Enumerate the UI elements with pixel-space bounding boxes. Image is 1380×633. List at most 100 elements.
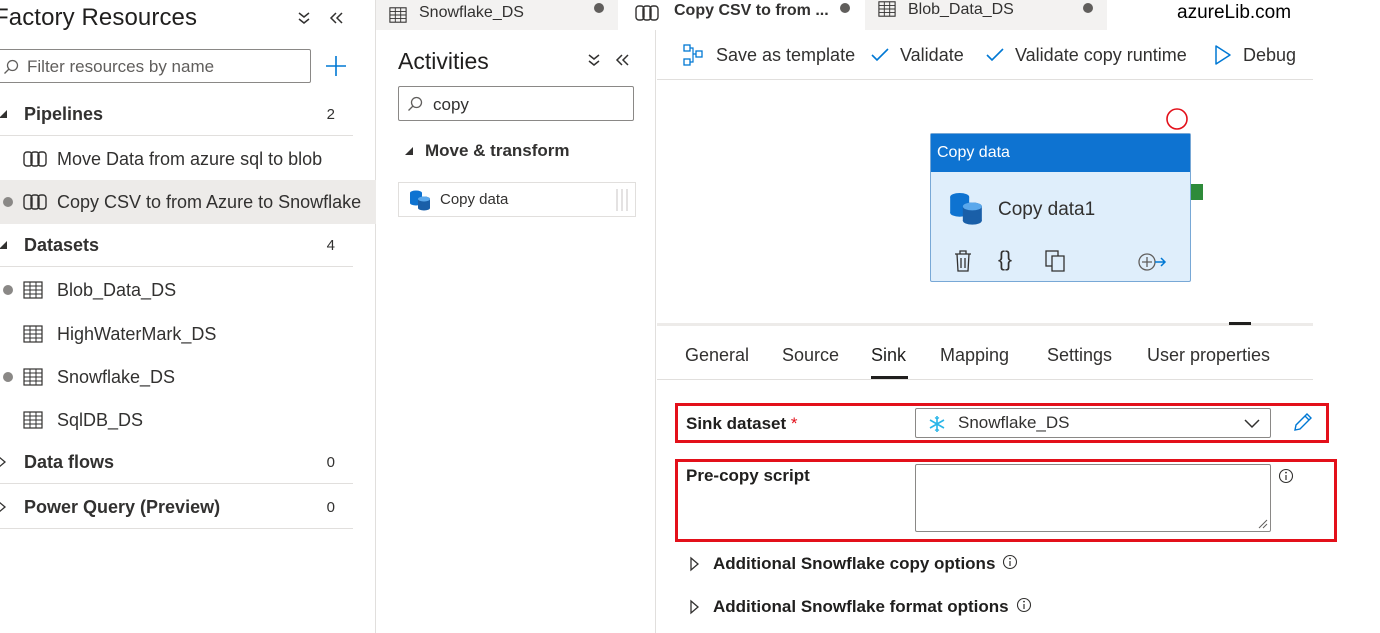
expanded-triangle-icon	[404, 146, 414, 156]
delete-icon[interactable]	[953, 249, 973, 273]
unsaved-dot	[3, 285, 13, 295]
activity-label: Copy data	[440, 191, 509, 208]
copy-data-icon	[410, 190, 430, 211]
checkmark-icon	[986, 48, 1004, 62]
sink-dataset-value: Snowflake_DS	[958, 413, 1070, 432]
tab-settings[interactable]: Settings	[1047, 345, 1112, 366]
edit-pencil-icon[interactable]	[1291, 410, 1315, 434]
pre-copy-script-label: Pre-copy script	[686, 466, 810, 485]
pipeline-icon	[23, 194, 47, 210]
success-output-handle[interactable]	[1191, 184, 1203, 200]
unsaved-dot	[3, 197, 13, 207]
info-icon[interactable]	[1278, 468, 1294, 484]
unsaved-dot	[594, 3, 604, 13]
unsaved-dot	[3, 372, 13, 382]
expanded-triangle-icon	[0, 110, 7, 118]
pipeline-icon	[635, 5, 659, 21]
pipeline-item[interactable]: Move Data from azure sql to blob	[0, 137, 353, 181]
pipeline-label: Copy CSV to from Azure to Snowflake	[57, 191, 362, 212]
tab-blob-data-ds[interactable]: Blob_Data_DS	[865, 0, 1107, 30]
activity-copy-data[interactable]: Copy data	[398, 182, 636, 217]
additional-copy-options-expander[interactable]: Additional Snowflake copy options	[688, 554, 1018, 574]
sink-dataset-select[interactable]: Snowflake_DS	[915, 408, 1271, 438]
table-icon	[23, 325, 43, 343]
drag-handle-icon[interactable]	[614, 189, 630, 211]
pipeline-icon	[23, 151, 47, 167]
category-count: 4	[326, 236, 335, 254]
tab-label: Blob_Data_DS	[908, 1, 1014, 18]
category-label: Power Query (Preview)	[24, 496, 221, 517]
tab-copy-csv[interactable]: Copy CSV to from ...	[620, 0, 863, 30]
dataset-label: Snowflake_DS	[57, 366, 176, 387]
tab-sink[interactable]: Sink	[871, 345, 906, 366]
info-icon[interactable]	[1016, 597, 1032, 613]
pipeline-item-selected[interactable]: Copy CSV to from Azure to Snowflake	[0, 180, 376, 224]
resize-handle-icon[interactable]	[1258, 519, 1268, 529]
dataset-item[interactable]: Snowflake_DS	[0, 355, 353, 399]
play-icon	[1215, 45, 1231, 65]
validate-copy-label: Validate copy runtime	[1015, 44, 1187, 65]
pipeline-label: Move Data from azure sql to blob	[57, 148, 323, 169]
node-name: Copy data1	[998, 199, 1096, 220]
category-pipelines[interactable]: Pipelines 2	[0, 92, 353, 136]
hide-panel-icon[interactable]	[326, 8, 346, 28]
snowflake-icon	[929, 416, 945, 432]
caret-right-icon	[690, 556, 699, 572]
category-data-flows[interactable]: Data flows 0	[0, 440, 353, 484]
pre-copy-script-textarea[interactable]	[915, 464, 1271, 532]
panel-title: Factory Resources	[0, 4, 198, 31]
tab-mapping[interactable]: Mapping	[940, 345, 1009, 366]
validate-button[interactable]: Validate	[870, 30, 964, 80]
hide-panel-icon[interactable]	[612, 50, 632, 70]
unsaved-dot	[1083, 3, 1093, 13]
tab-source[interactable]: Source	[782, 345, 839, 366]
dataset-item[interactable]: SqlDB_DS	[0, 398, 353, 442]
add-output-icon[interactable]	[1137, 251, 1167, 273]
search-value: copy	[433, 95, 469, 114]
clone-icon[interactable]	[1044, 249, 1066, 273]
required-mark: *	[790, 414, 798, 433]
debug-button[interactable]: Debug	[1213, 30, 1296, 80]
resize-grip[interactable]	[1229, 322, 1251, 325]
table-icon	[23, 368, 43, 386]
debug-label: Debug	[1243, 44, 1297, 65]
category-datasets[interactable]: Datasets 4	[0, 223, 353, 267]
category-power-query[interactable]: Power Query (Preview) 0	[0, 485, 353, 529]
collapsed-chevron-icon	[0, 456, 7, 468]
collapsed-chevron-icon	[0, 501, 7, 513]
search-icon	[4, 59, 19, 74]
collapse-all-icon[interactable]	[584, 50, 604, 70]
chevron-down-icon	[1244, 419, 1260, 429]
plus-icon	[326, 56, 346, 76]
copy-data-activity-node[interactable]: Copy data Copy data1 {}	[930, 133, 1191, 282]
panel-divider[interactable]	[657, 323, 1313, 326]
category-label: Data flows	[24, 451, 115, 472]
info-icon[interactable]	[1002, 554, 1018, 570]
filter-resources-input[interactable]: Filter resources by name	[0, 49, 311, 83]
tab-snowflake-ds[interactable]: Snowflake_DS	[376, 0, 618, 30]
validation-error-icon[interactable]	[1165, 107, 1189, 131]
tab-general[interactable]: General	[685, 345, 749, 366]
checkmark-icon	[871, 48, 889, 62]
save-as-template-button[interactable]: Save as template	[682, 30, 855, 80]
sink-dataset-label-text: Sink dataset	[686, 414, 787, 433]
collapse-all-icon[interactable]	[294, 8, 314, 28]
tab-user-properties[interactable]: User properties	[1147, 345, 1270, 366]
additional-copy-options-label: Additional Snowflake copy options	[713, 554, 996, 573]
activity-category[interactable]: Move & transform	[425, 141, 570, 161]
activities-search-input[interactable]: copy	[398, 86, 634, 121]
dataset-item[interactable]: HighWaterMark_DS	[0, 312, 353, 356]
template-icon	[683, 44, 703, 66]
tab-label: Snowflake_DS	[419, 4, 524, 21]
copy-data-icon	[950, 192, 982, 225]
add-resource-button[interactable]	[322, 52, 350, 80]
node-type-label: Copy data	[931, 134, 1190, 172]
dataset-item[interactable]: Blob_Data_DS	[0, 268, 353, 312]
validate-copy-runtime-button[interactable]: Validate copy runtime	[985, 30, 1187, 80]
category-count: 0	[326, 453, 335, 471]
additional-format-options-expander[interactable]: Additional Snowflake format options	[688, 597, 1032, 617]
table-icon	[878, 1, 896, 17]
table-icon	[389, 7, 407, 23]
code-braces-icon[interactable]: {}	[998, 248, 1012, 272]
table-icon	[23, 411, 43, 429]
